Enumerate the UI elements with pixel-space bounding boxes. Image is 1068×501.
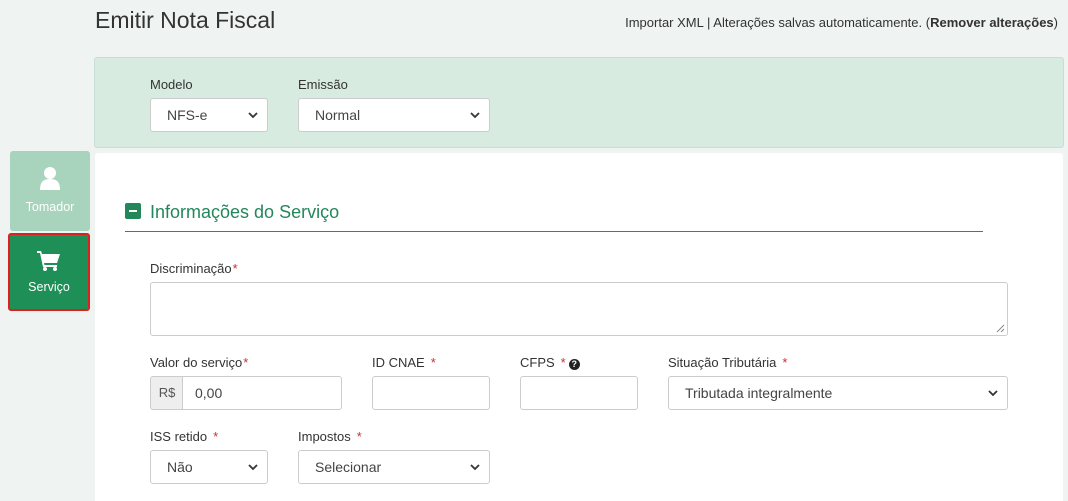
sidebar-item-servico[interactable]: Serviço [8, 233, 90, 311]
modelo-select-value: NFS-e [167, 107, 208, 123]
question-circle-icon[interactable]: ? [568, 359, 580, 370]
cnae-input[interactable] [372, 376, 490, 410]
required-asterisk: * [560, 355, 566, 370]
currency-addon: R$ [150, 376, 183, 410]
valor-input[interactable]: 0,00 [182, 376, 342, 410]
modelo-label: Modelo [150, 77, 193, 92]
section-header: Informações do Serviço [125, 202, 983, 232]
chevron-down-icon [248, 464, 258, 471]
required-asterisk: * [232, 261, 238, 276]
user-icon [40, 167, 60, 190]
autosave-status: Alterações salvas automaticamente. ( [713, 15, 931, 30]
chevron-down-icon [470, 112, 480, 119]
emissao-select-value: Normal [315, 107, 361, 123]
iss-select-value: Não [167, 459, 193, 475]
cnae-label-text: ID CNAE [372, 355, 425, 370]
collapse-icon[interactable] [125, 203, 141, 219]
discriminacao-textarea[interactable] [150, 282, 1008, 336]
discriminacao-label-text: Discriminação [150, 261, 232, 276]
top-links: Importar XML | Alterações salvas automat… [625, 15, 1058, 30]
modelo-select[interactable]: NFS-e [150, 98, 268, 132]
cfps-label: CFPS *? [520, 355, 580, 370]
remove-changes-link[interactable]: Remover alterações [930, 15, 1054, 30]
autosave-close-paren: ) [1053, 15, 1058, 30]
sidebar-item-label: Serviço [28, 280, 70, 294]
situacao-select[interactable]: Tributada integralmente [668, 376, 1008, 410]
chevron-down-icon [470, 464, 480, 471]
cart-icon [37, 251, 60, 271]
impostos-select[interactable]: Selecionar [298, 450, 490, 484]
emissao-label: Emissão [298, 77, 348, 92]
page-title: Emitir Nota Fiscal [95, 7, 276, 33]
chevron-down-icon [988, 390, 998, 397]
model-panel: Modelo NFS-e Emissão Normal [94, 57, 1064, 148]
iss-label: ISS retido * [150, 429, 218, 444]
discriminacao-label: Discriminação* [150, 261, 238, 276]
impostos-select-value: Selecionar [315, 459, 382, 475]
iss-label-text: ISS retido [150, 429, 208, 444]
cfps-label-text: CFPS [520, 355, 555, 370]
impostos-label-text: Impostos [298, 429, 351, 444]
required-asterisk: * [430, 355, 436, 370]
sidebar-item-tomador[interactable]: Tomador [10, 151, 90, 231]
iss-select[interactable]: Não [150, 450, 268, 484]
situacao-label-text: Situação Tributária [668, 355, 777, 370]
sidebar-item-label: Tomador [25, 200, 75, 214]
situacao-label: Situação Tributária * [668, 355, 787, 370]
valor-label-text: Valor do serviço [150, 355, 243, 370]
section-title: Informações do Serviço [150, 202, 340, 222]
emissao-select[interactable]: Normal [298, 98, 490, 132]
valor-label: Valor do serviço* [150, 355, 248, 370]
cnae-label: ID CNAE * [372, 355, 436, 370]
required-asterisk: * [213, 429, 219, 444]
required-asterisk: * [356, 429, 362, 444]
required-asterisk: * [243, 355, 249, 370]
cfps-input[interactable] [520, 376, 638, 410]
import-xml-link[interactable]: Importar XML [625, 15, 703, 30]
chevron-down-icon [248, 112, 258, 119]
resize-handle-icon[interactable] [996, 324, 1005, 333]
situacao-select-value: Tributada integralmente [685, 385, 833, 401]
impostos-label: Impostos * [298, 429, 362, 444]
top-links-separator: | [707, 15, 711, 30]
required-asterisk: * [782, 355, 788, 370]
